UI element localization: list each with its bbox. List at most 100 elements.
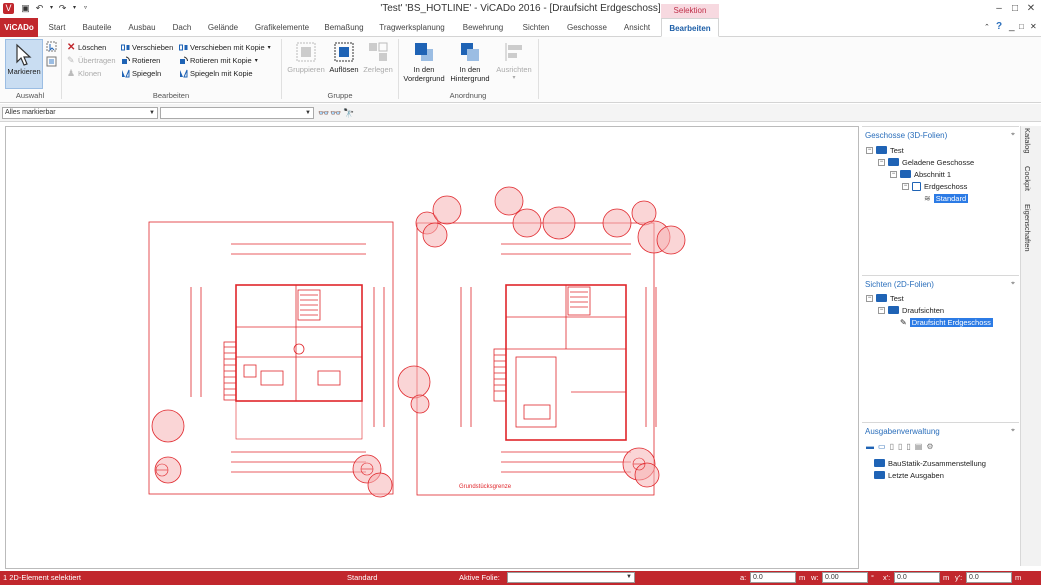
folder-icon[interactable]: ▬ [866,442,874,455]
tab-tragwerksplanung[interactable]: Tragwerksplanung [374,18,450,37]
folder-icon [888,306,899,314]
ribbon-close-button[interactable]: ✕ [1030,22,1037,31]
zerlegen-button[interactable]: Zerlegen [361,41,395,74]
tree-item-draufsichten[interactable]: − Draufsichten [878,304,944,316]
aufloesen-button[interactable]: Auflösen [327,41,361,74]
vtab-cockpit[interactable]: Cockpit [1023,166,1032,191]
maximize-button[interactable]: □ [1008,2,1022,15]
loeschen-button[interactable]: ✕ Löschen [67,41,106,53]
print-icon[interactable]: ▤ [915,442,923,455]
hintergrund-label-line1: In den [459,65,481,74]
collapse-icon[interactable]: − [866,294,873,302]
vtab-katalog[interactable]: Katalog [1023,128,1032,153]
vtab-eigenschaften[interactable]: Eigenschaften [1023,204,1032,252]
tab-start[interactable]: Start [44,18,70,37]
collapse-icon[interactable]: − [866,146,873,154]
tree-item-geladene-geschosse[interactable]: − Geladene Geschosse [878,156,974,168]
in-den-hintergrund-button[interactable]: In den Hintergrund [448,41,492,83]
collapse-icon[interactable]: − [902,182,909,190]
folder-icon [874,471,885,479]
align-icon [503,41,525,63]
status-bar: 1 2D-Element selektiert Standard Aktive … [0,571,1041,585]
spiegeln-button[interactable]: Spiegeln [121,67,161,79]
ribbon-collapse-icon[interactable]: ⌃ [984,23,990,31]
spiegeln-mit-kopie-button[interactable]: Spiegeln mit Kopie [179,67,253,79]
select-window-icon[interactable] [46,56,57,67]
tab-vicado[interactable]: ViCADo [0,18,38,37]
tab-sichten[interactable]: Sichten [516,18,556,37]
ungroup-icon [333,41,355,63]
ribbon-minimize-button[interactable]: _ [1009,21,1015,32]
tab-grafikelemente[interactable]: Grafikelemente [250,18,314,37]
pin-icon[interactable]: ⌖ [1011,280,1015,288]
x-input[interactable]: 0.0 [894,572,940,583]
pin-icon[interactable]: ⌖ [1011,427,1015,435]
collapse-icon[interactable]: − [878,158,885,166]
rotieren-button[interactable]: Rotieren [121,54,160,66]
tree-item-test[interactable]: − Test [866,144,904,156]
tab-bewehrung[interactable]: Bewehrung [458,18,508,37]
minimize-button[interactable]: – [992,2,1006,15]
selection-filter-combo[interactable]: Alles markierbar ▼ [2,107,158,119]
drawing-canvas[interactable]: Grundstücksgrenze [5,126,859,569]
uebertragen-button[interactable]: ✎ Übertragen [67,54,116,66]
y-unit: m [1015,573,1022,582]
a-input[interactable]: 0.0 [750,572,796,583]
tree-item-baustatik[interactable]: BauStatik-Zusammenstellung [874,457,986,469]
tree-item-abschnitt-1[interactable]: − Abschnitt 1 [890,168,951,180]
collapse-icon[interactable]: − [878,306,885,314]
tab-bearbeiten[interactable]: Bearbeiten [661,18,719,37]
tree-item-erdgeschoss[interactable]: − Erdgeschoss [902,180,967,192]
verschieben-button[interactable]: Verschieben [121,41,173,53]
w-unit: ° [871,573,874,582]
klonen-button[interactable]: ♟ Klonen [67,67,101,79]
tab-bauteile[interactable]: Bauteile [78,18,116,37]
select-cursor-icon[interactable] [46,41,57,52]
ribbon-restore-button[interactable]: □ [1019,22,1024,31]
document-copy-icon[interactable]: ▯ [898,442,902,455]
tree-item-test[interactable]: − Test [866,292,904,304]
w-input[interactable]: 0.00 [822,572,868,583]
tab-ausbau[interactable]: Ausbau [124,18,160,37]
pin-icon[interactable]: ⌖ [1011,131,1015,139]
document-icon[interactable]: ▯ [890,442,894,455]
document-edit-icon[interactable]: ▯ [906,442,910,455]
markieren-button[interactable]: Markieren [5,39,43,89]
verschieben-mit-kopie-button[interactable]: Verschieben mit Kopie ▾ [179,41,271,53]
floor-plan-drawing: Grundstücksgrenze [148,186,686,498]
tab-bemassung[interactable]: Bemaßung [322,18,366,37]
ausrichten-button[interactable]: Ausrichten ▾ [494,41,534,81]
rotieren-mit-kopie-button[interactable]: Rotieren mit Kopie ▾ [179,54,258,66]
collapse-icon[interactable]: − [890,170,897,178]
tab-gelaende[interactable]: Gelände [204,18,242,37]
layer-filter-combo[interactable]: ▼ [160,107,314,119]
tab-dach[interactable]: Dach [168,18,196,37]
binoculars-icon[interactable]: 👓 [330,108,341,118]
tab-ansicht[interactable]: Ansicht [618,18,656,37]
close-button[interactable]: ✕ [1024,2,1038,15]
in-den-vordergrund-button[interactable]: In den Vordergrund [402,41,446,83]
a-unit: m [799,573,806,582]
panel-title-ausgaben: Ausgabenverwaltung [865,427,940,436]
binoculars-icon[interactable]: 👓 [318,108,329,118]
delete-x-icon: ✕ [67,41,76,53]
geschosse-panel: Geschosse (3D-Folien) ⌖ − Test − Geladene … [862,126,1019,272]
active-layer-combo[interactable]: ▼ [507,572,635,583]
find-next-icon[interactable]: 🔭 [343,108,354,118]
tree-item-label: Geladene Geschosse [902,157,975,167]
group-separator [61,39,62,99]
tree-item-label: Test [890,293,904,303]
y-input[interactable]: 0.0 [966,572,1012,583]
klonen-label: Klonen [78,68,102,78]
rotate-icon [121,56,131,65]
folder-open-icon[interactable]: ▭ [878,442,886,455]
move-icon [121,43,130,52]
help-icon[interactable]: ? [996,21,1002,32]
tree-item-standard[interactable]: ≋ Standard [924,192,969,204]
tree-item-letzte-ausgaben[interactable]: Letzte Ausgaben [874,469,944,481]
tree-item-draufsicht-erdgeschoss[interactable]: ✎ Draufsicht Erdgeschoss [900,316,993,328]
tab-geschosse[interactable]: Geschosse [564,18,610,37]
gear-icon[interactable]: ⚙ [926,442,933,455]
gruppieren-button[interactable]: Gruppieren [285,41,327,74]
ribbon: Markieren Auswahl ✕ Löschen ✎ Übertragen… [0,37,1041,103]
